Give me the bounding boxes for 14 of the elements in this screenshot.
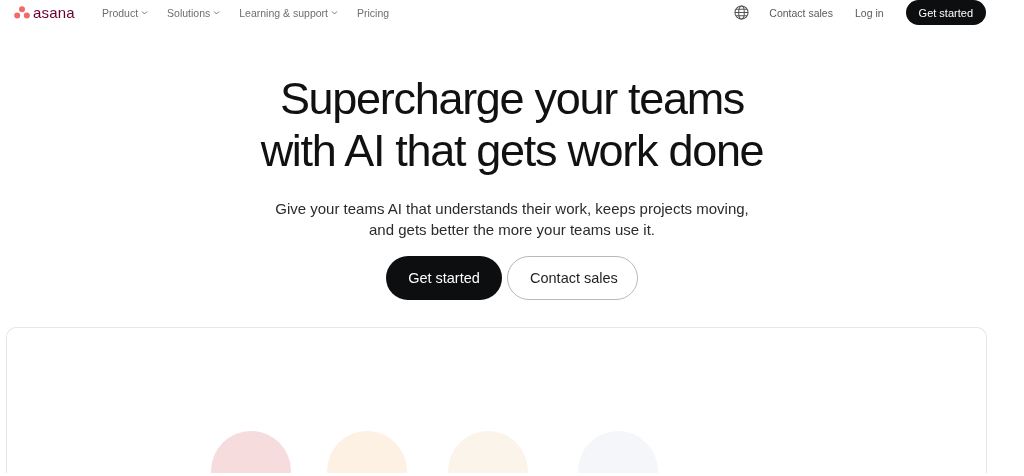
contact-sales-button[interactable]: Contact sales bbox=[507, 256, 638, 300]
hero-subtitle: Give your teams AI that understands their work, keeps projects moving, and gets better the more your teams use it. bbox=[274, 199, 750, 240]
login-link[interactable]: Log in bbox=[854, 6, 884, 19]
nav-menu-item[interactable]: Learning & support bbox=[239, 6, 338, 19]
contact-sales-link[interactable]: Contact sales bbox=[769, 6, 833, 19]
logo-wordmark[interactable]: asana bbox=[33, 4, 75, 21]
nav-menu-item[interactable]: Solutions bbox=[167, 6, 221, 19]
hero-heading: Supercharge your teams with AI that gets work done bbox=[260, 73, 764, 177]
nav-menu-item[interactable]: Pricing bbox=[357, 6, 390, 19]
globe-icon[interactable] bbox=[734, 5, 750, 20]
get-started-button[interactable]: Get started bbox=[386, 256, 502, 300]
get-started-button[interactable]: Get started bbox=[905, 0, 986, 25]
logo-dots-icon bbox=[14, 6, 30, 19]
nav-menu-item[interactable]: Product bbox=[101, 6, 149, 19]
